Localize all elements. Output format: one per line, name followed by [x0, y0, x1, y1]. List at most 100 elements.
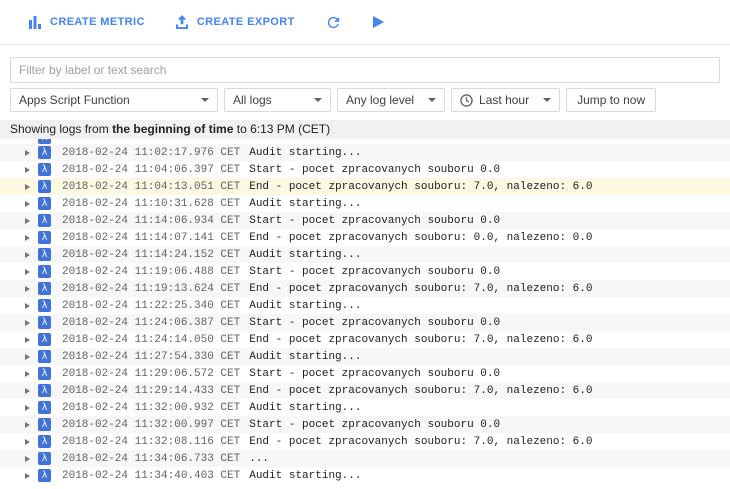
expand-row-icon[interactable] [25, 438, 30, 445]
expand-row-icon[interactable] [25, 336, 30, 343]
apps-script-lambda-icon: λ [38, 316, 51, 329]
log-row[interactable]: λ 2018-02-24 11:27:54.330 CET Audit star… [0, 348, 730, 365]
log-timestamp: 2018-02-24 11:19:06.488 CET [62, 265, 241, 278]
play-stream-logs-button[interactable] [372, 15, 385, 29]
chevron-down-icon [428, 98, 437, 102]
bar-chart-icon [28, 15, 42, 29]
log-row[interactable]: λ 2018-02-24 11:02:17.976 CET Audit star… [0, 144, 730, 161]
log-row[interactable]: λ 2018-02-24 11:04:13.051 CET End - poce… [0, 178, 730, 195]
expand-row-icon[interactable] [25, 149, 30, 156]
log-row[interactable]: λ 2018-02-24 11:32:00.997 CET Start - po… [0, 416, 730, 433]
log-row[interactable]: λ 2018-02-24 11:10:31.628 CET Audit star… [0, 195, 730, 212]
log-message: Start - pocet zpracovanych souboru 0.0 [249, 265, 501, 278]
status-text-range: the beginning of time [112, 122, 234, 136]
expand-row-icon[interactable] [25, 387, 30, 394]
filter-search-input[interactable] [10, 57, 720, 83]
expand-row-icon[interactable] [25, 166, 30, 173]
expand-row-icon[interactable] [25, 302, 30, 309]
log-message: End - pocet zpracovanych souboru: 7.0, n… [249, 384, 593, 397]
log-message: Audit starting... [249, 146, 362, 159]
expand-row-icon[interactable] [25, 234, 30, 241]
log-row[interactable]: λ 2018-02-24 11:19:06.488 CET Start - po… [0, 263, 730, 280]
create-metric-label: CREATE METRIC [50, 16, 145, 28]
log-timestamp: 2018-02-24 11:04:06.397 CET [62, 163, 241, 176]
apps-script-lambda-icon: λ [38, 214, 51, 227]
expand-row-icon[interactable] [25, 268, 30, 275]
log-row[interactable]: λ 2018-02-24 11:34:06.733 CET ... [0, 450, 730, 467]
log-level-value: Any log level [346, 93, 415, 107]
log-timestamp: 2018-02-24 11:32:00.932 CET [62, 401, 241, 414]
log-toolbar: CREATE METRIC CREATE EXPORT [0, 0, 730, 45]
expand-row-icon[interactable] [25, 200, 30, 207]
log-row[interactable]: λ 2018-02-24 11:22:25.340 CET Audit star… [0, 297, 730, 314]
log-level-dropdown[interactable]: Any log level [337, 88, 446, 112]
expand-row-icon[interactable] [25, 370, 30, 377]
expand-row-icon[interactable] [25, 455, 30, 462]
log-message: Audit starting... [249, 197, 362, 210]
logs-selector-value: All logs [233, 93, 272, 107]
log-message: Start - pocet zpracovanych souboru 0.0 [249, 316, 501, 329]
log-row[interactable]: λ 2018-02-24 11:19:13.624 CET End - poce… [0, 280, 730, 297]
log-message: End - pocet zpracovanych souboru: 7.0, n… [249, 180, 593, 193]
log-row[interactable]: λ 2018-02-24 11:29:14.433 CET End - poce… [0, 382, 730, 399]
expand-row-icon[interactable] [25, 353, 30, 360]
apps-script-lambda-icon: λ [38, 350, 51, 363]
log-row[interactable]: λ 2018-02-24 11:34:40.403 CET Audit star… [0, 467, 730, 484]
log-timestamp: 2018-02-24 11:24:06.387 CET [62, 316, 241, 329]
log-timestamp: 2018-02-24 11:32:00.997 CET [62, 418, 241, 431]
logs-selector-dropdown[interactable]: All logs [224, 88, 331, 112]
apps-script-lambda-icon: λ [38, 401, 51, 414]
expand-row-icon[interactable] [25, 217, 30, 224]
apps-script-lambda-icon: λ [38, 299, 51, 312]
chevron-down-icon [543, 98, 552, 102]
resource-selector-value: Apps Script Function [19, 93, 130, 107]
log-row[interactable]: λ 2018-02-24 11:29:06.572 CET Start - po… [0, 365, 730, 382]
play-icon [372, 15, 385, 29]
expand-row-icon[interactable] [25, 404, 30, 411]
log-row[interactable]: λ 2018-02-24 11:14:24.152 CET Audit star… [0, 246, 730, 263]
expand-row-icon[interactable] [25, 472, 30, 479]
log-row[interactable]: λ 2018-02-24 11:32:00.932 CET Audit star… [0, 399, 730, 416]
create-export-label: CREATE EXPORT [196, 16, 295, 28]
expand-row-icon[interactable] [25, 285, 30, 292]
log-message: Start - pocet zpracovanych souboru 0.0 [249, 163, 501, 176]
showing-logs-status-bar: Showing logs from the beginning of time … [0, 120, 730, 139]
expand-row-icon[interactable] [25, 319, 30, 326]
log-timestamp: 2018-02-24 11:14:24.152 CET [62, 248, 241, 261]
log-timestamp: 2018-02-24 11:14:07.141 CET [62, 231, 241, 244]
apps-script-lambda-icon: λ [38, 333, 51, 346]
apps-script-lambda-icon: λ [38, 139, 51, 144]
create-export-button[interactable]: CREATE EXPORT [175, 15, 295, 29]
time-range-dropdown[interactable]: Last hour [451, 88, 561, 112]
log-row[interactable]: λ 2018-02-24 11:14:06.934 CET Start - po… [0, 212, 730, 229]
filter-selectors-row: Apps Script Function All logs Any log le… [10, 88, 720, 112]
chevron-down-icon [314, 98, 322, 102]
log-timestamp: 2018-02-24 11:14:06.934 CET [62, 214, 241, 227]
log-timestamp: 2018-02-24 11:22:25.340 CET [62, 299, 241, 312]
log-row[interactable]: λ 2018-02-24 11:32:08.116 CET End - poce… [0, 433, 730, 450]
jump-to-now-button[interactable]: Jump to now [566, 88, 657, 112]
log-row[interactable]: λ 2018-02-24 11:24:06.387 CET Start - po… [0, 314, 730, 331]
log-timestamp: 2018-02-24 11:34:40.403 CET [62, 469, 241, 482]
log-timestamp: 2018-02-24 11:19:13.624 CET [62, 282, 241, 295]
time-range-value: Last hour [479, 93, 530, 107]
log-message: Start - pocet zpracovanych souboru 0.0 [249, 367, 501, 380]
upload-icon [175, 15, 189, 29]
apps-script-lambda-icon: λ [38, 231, 51, 244]
log-row[interactable]: λ 2018-02-24 11:24:14.050 CET End - poce… [0, 331, 730, 348]
apps-script-lambda-icon: λ [38, 282, 51, 295]
create-metric-button[interactable]: CREATE METRIC [28, 15, 145, 29]
log-row[interactable]: λ 2018-02-24 11:04:06.397 CET Start - po… [0, 161, 730, 178]
log-message: End - pocet zpracovanych souboru: 7.0, n… [249, 282, 593, 295]
refresh-button[interactable] [325, 14, 342, 31]
apps-script-lambda-icon: λ [38, 452, 51, 465]
expand-row-icon[interactable] [25, 183, 30, 190]
log-row[interactable]: λ 2018-02-24 11:14:07.141 CET End - poce… [0, 229, 730, 246]
expand-row-icon[interactable] [25, 251, 30, 258]
chevron-down-icon [201, 98, 209, 102]
log-message: Audit starting... [249, 401, 362, 414]
log-timestamp: 2018-02-24 11:27:54.330 CET [62, 350, 241, 363]
resource-selector-dropdown[interactable]: Apps Script Function [10, 88, 218, 112]
expand-row-icon[interactable] [25, 421, 30, 428]
log-list: λ λ 2018-02-24 11:02:17.976 CET Audit st… [0, 139, 730, 484]
